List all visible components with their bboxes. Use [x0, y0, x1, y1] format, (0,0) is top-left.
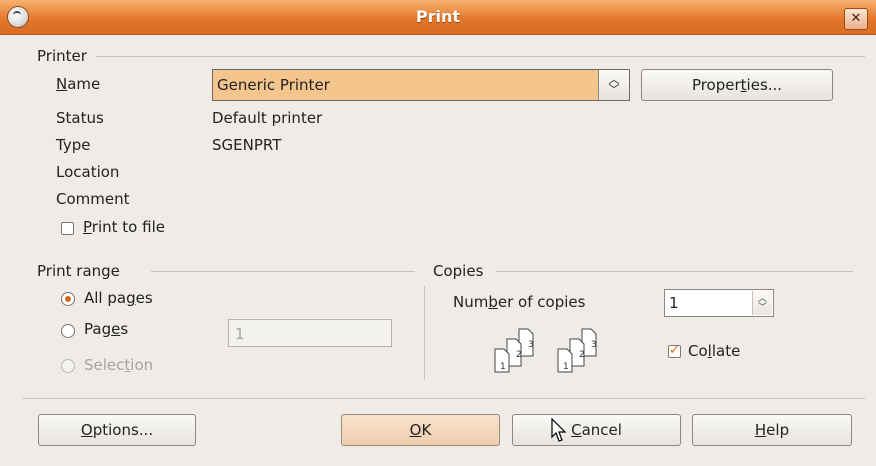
window-title: Print — [415, 7, 461, 26]
print-range-section-title: Print range — [37, 262, 120, 280]
svg-text:3: 3 — [528, 340, 534, 350]
type-label: Type — [56, 136, 91, 154]
close-button[interactable]: ✕ — [844, 8, 868, 30]
bottom-separator — [22, 398, 865, 399]
pages-radio[interactable] — [61, 324, 75, 338]
title-bar: Print ✕ — [0, 0, 876, 35]
help-button[interactable]: Help — [692, 414, 852, 446]
copies-section-title: Copies — [433, 262, 484, 280]
close-icon: ✕ — [850, 11, 862, 26]
copies-spinbox-value: 1 — [669, 294, 679, 312]
checkmark-icon: ✓ — [669, 343, 680, 358]
all-pages-radio[interactable] — [61, 292, 75, 306]
svg-text:2: 2 — [579, 350, 585, 360]
copies-spinbox[interactable]: 1 ︿ ﹀ — [664, 289, 774, 317]
uncollated-pages-icon: 3 2 1 — [494, 328, 534, 373]
location-label: Location — [56, 163, 120, 181]
printer-name-value: Generic Printer — [217, 76, 330, 94]
printer-section-title: Printer — [37, 47, 87, 65]
pages-label[interactable]: Pages — [84, 320, 128, 338]
status-value: Default printer — [212, 109, 323, 127]
number-of-copies-label: Number of copies — [453, 293, 586, 311]
collate-label[interactable]: Collate — [688, 342, 740, 360]
cancel-button[interactable]: Cancel — [512, 414, 681, 446]
selection-radio[interactable] — [61, 359, 75, 373]
spin-buttons-icon[interactable]: ︿ ﹀ — [752, 291, 772, 315]
selection-label: Selection — [84, 356, 154, 374]
chevron-updown-icon: ︿ ﹀ — [598, 70, 629, 100]
all-pages-label[interactable]: All pages — [84, 289, 153, 307]
collate-checkbox[interactable]: ✓ — [668, 343, 681, 358]
svg-text:2: 2 — [516, 350, 522, 360]
collated-pages-icon: 3 2 1 — [557, 328, 597, 373]
status-label: Status — [56, 109, 104, 127]
ok-button[interactable]: OK — [341, 414, 500, 446]
type-value: SGENPRT — [212, 136, 282, 154]
print-range-section-rule — [151, 271, 415, 272]
svg-text:1: 1 — [500, 362, 506, 372]
print-to-file-checkbox[interactable] — [61, 222, 74, 235]
print-to-file-label[interactable]: Print to file — [83, 218, 165, 236]
svg-text:1: 1 — [563, 362, 569, 372]
vertical-separator — [424, 286, 425, 380]
printer-section-rule — [96, 56, 865, 57]
pages-input-value: 1 — [235, 325, 245, 343]
printer-name-select[interactable]: Generic Printer ︿ ﹀ — [212, 69, 630, 101]
properties-button[interactable]: Properties... — [641, 69, 833, 101]
pages-input[interactable]: 1 — [228, 319, 392, 347]
mouse-pointer-icon — [551, 418, 567, 442]
svg-text:3: 3 — [591, 340, 597, 350]
options-button[interactable]: Options... — [38, 414, 196, 446]
copies-section-rule — [496, 271, 853, 272]
comment-label: Comment — [56, 190, 130, 208]
name-label: Name — [56, 75, 101, 93]
